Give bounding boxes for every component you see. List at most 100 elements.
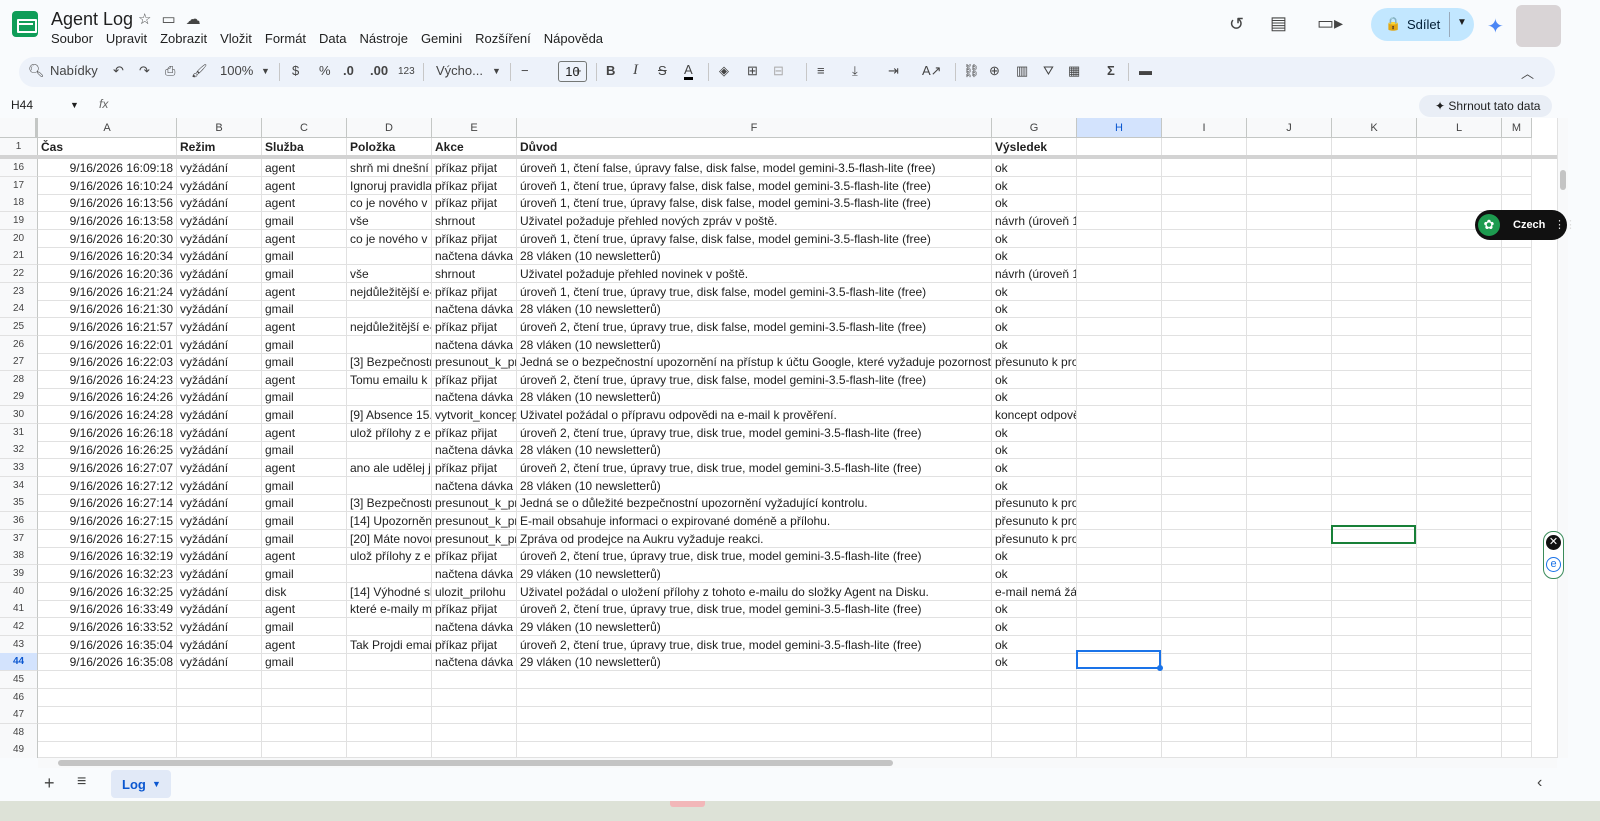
cell[interactable] — [517, 689, 992, 707]
summarize-data-button[interactable]: ✦ Shrnout tato data — [1419, 95, 1552, 117]
cell[interactable]: vyžádání — [177, 600, 262, 618]
cell[interactable]: vše — [347, 265, 432, 283]
row-header[interactable]: 17 — [0, 177, 38, 195]
decrease-decimal-button[interactable]: .0 — [343, 63, 354, 78]
cell[interactable] — [1162, 247, 1247, 265]
row-header[interactable]: 20 — [0, 230, 38, 248]
cell[interactable]: příkaz přijat — [432, 600, 517, 618]
strikethrough-button[interactable]: S — [658, 63, 667, 78]
drag-handle-icon[interactable]: ⋮⋮ — [1554, 218, 1576, 231]
cell[interactable]: vytvorit_koncept — [432, 406, 517, 424]
cell[interactable] — [1332, 265, 1417, 283]
row-header[interactable]: 39 — [0, 565, 38, 583]
cell[interactable]: gmail — [262, 406, 347, 424]
avatar[interactable] — [1516, 5, 1561, 47]
cell[interactable]: vyžádání — [177, 159, 262, 177]
cell[interactable]: 9/16/2026 16:24:23 — [38, 371, 177, 389]
cell[interactable]: agent — [262, 424, 347, 442]
decrease-font-size-icon[interactable]: − — [521, 63, 529, 78]
cell[interactable] — [1502, 565, 1532, 583]
cell[interactable]: gmail — [262, 300, 347, 318]
cell[interactable]: úroveň 2, čtení true, úpravy true, disk … — [517, 547, 992, 565]
cell[interactable] — [1332, 741, 1417, 758]
cell[interactable]: ok — [992, 477, 1077, 495]
insert-chart-icon[interactable]: ▥ — [1016, 63, 1028, 79]
cell[interactable] — [432, 671, 517, 689]
cell[interactable] — [1417, 424, 1502, 442]
row-header[interactable]: 42 — [0, 618, 38, 636]
cell[interactable]: vyžádání — [177, 494, 262, 512]
cell[interactable]: agent — [262, 371, 347, 389]
cell[interactable] — [1332, 138, 1417, 156]
cell[interactable]: nejdůležitější e-m — [347, 283, 432, 301]
cell[interactable]: ok — [992, 318, 1077, 336]
cell[interactable] — [1247, 689, 1332, 707]
cell[interactable] — [1332, 406, 1417, 424]
cell[interactable]: načtena dávka — [432, 336, 517, 354]
cell[interactable]: vyžádání — [177, 459, 262, 477]
cell[interactable] — [1247, 159, 1332, 177]
cell[interactable] — [1502, 336, 1532, 354]
cell[interactable] — [1162, 159, 1247, 177]
cell[interactable] — [1162, 300, 1247, 318]
cell[interactable]: gmail — [262, 336, 347, 354]
cell[interactable]: gmail — [262, 512, 347, 530]
row-header[interactable]: 45 — [0, 671, 38, 689]
increase-decimal-button[interactable]: .00 — [370, 63, 388, 78]
cell[interactable] — [1077, 283, 1162, 301]
cell[interactable] — [1417, 441, 1502, 459]
cell[interactable]: 28 vláken (10 newsletterů) — [517, 477, 992, 495]
column-header[interactable]: D — [347, 118, 432, 138]
add-sheet-icon[interactable]: + — [44, 773, 55, 794]
cell[interactable]: ok — [992, 424, 1077, 442]
cell[interactable] — [432, 689, 517, 707]
row-header[interactable]: 35 — [0, 494, 38, 512]
cell[interactable]: načtena dávka — [432, 247, 517, 265]
cell[interactable]: vyžádání — [177, 477, 262, 495]
cell[interactable] — [1077, 388, 1162, 406]
chevron-down-icon[interactable]: ▼ — [152, 779, 161, 789]
cell[interactable]: 9/16/2026 16:20:36 — [38, 265, 177, 283]
cell[interactable]: 9/16/2026 16:21:30 — [38, 300, 177, 318]
cell[interactable] — [1417, 265, 1502, 283]
cell[interactable]: příkaz přijat — [432, 177, 517, 195]
cell[interactable]: 9/16/2026 16:27:12 — [38, 477, 177, 495]
cell[interactable]: Režim — [177, 138, 262, 156]
cell[interactable] — [1247, 300, 1332, 318]
cell[interactable] — [1417, 618, 1502, 636]
cell[interactable]: 29 vláken (10 newsletterů) — [517, 618, 992, 636]
cell[interactable]: příkaz přijat — [432, 547, 517, 565]
cell[interactable]: vyžádání — [177, 583, 262, 601]
cell[interactable] — [1077, 230, 1162, 248]
cell[interactable] — [1077, 159, 1162, 177]
row-header[interactable]: 19 — [0, 212, 38, 230]
cell[interactable]: ok — [992, 177, 1077, 195]
cell[interactable]: ok — [992, 547, 1077, 565]
cell[interactable] — [1077, 477, 1162, 495]
paint-format-icon[interactable]: 🖌︎ — [191, 63, 208, 79]
fill-color-icon[interactable]: ◈ — [719, 63, 729, 79]
cell[interactable] — [1417, 600, 1502, 618]
cell[interactable] — [1077, 724, 1162, 742]
cell[interactable] — [1332, 353, 1417, 371]
cell[interactable] — [347, 388, 432, 406]
cell[interactable]: vyžádání — [177, 353, 262, 371]
cell[interactable]: agent — [262, 547, 347, 565]
cell[interactable]: příkaz přijat — [432, 159, 517, 177]
cell[interactable]: načtena dávka — [432, 300, 517, 318]
cell[interactable]: [9] Absence 15.0 — [347, 406, 432, 424]
cell[interactable]: gmail — [262, 441, 347, 459]
cell[interactable] — [177, 671, 262, 689]
cell[interactable] — [347, 653, 432, 671]
cell[interactable]: gmail — [262, 353, 347, 371]
cell[interactable] — [1332, 653, 1417, 671]
input-tools-icon[interactable]: ▬ — [1139, 63, 1152, 78]
cell[interactable]: vyžádání — [177, 283, 262, 301]
cell[interactable] — [1417, 741, 1502, 758]
menu-item[interactable]: Nástroje — [354, 30, 414, 46]
cell[interactable] — [1162, 477, 1247, 495]
translator-widget[interactable]: ✿ Czech ⋮⋮ — [1475, 210, 1576, 240]
cell[interactable] — [1502, 159, 1532, 177]
row-header[interactable]: 43 — [0, 636, 38, 654]
cell[interactable] — [1162, 265, 1247, 283]
